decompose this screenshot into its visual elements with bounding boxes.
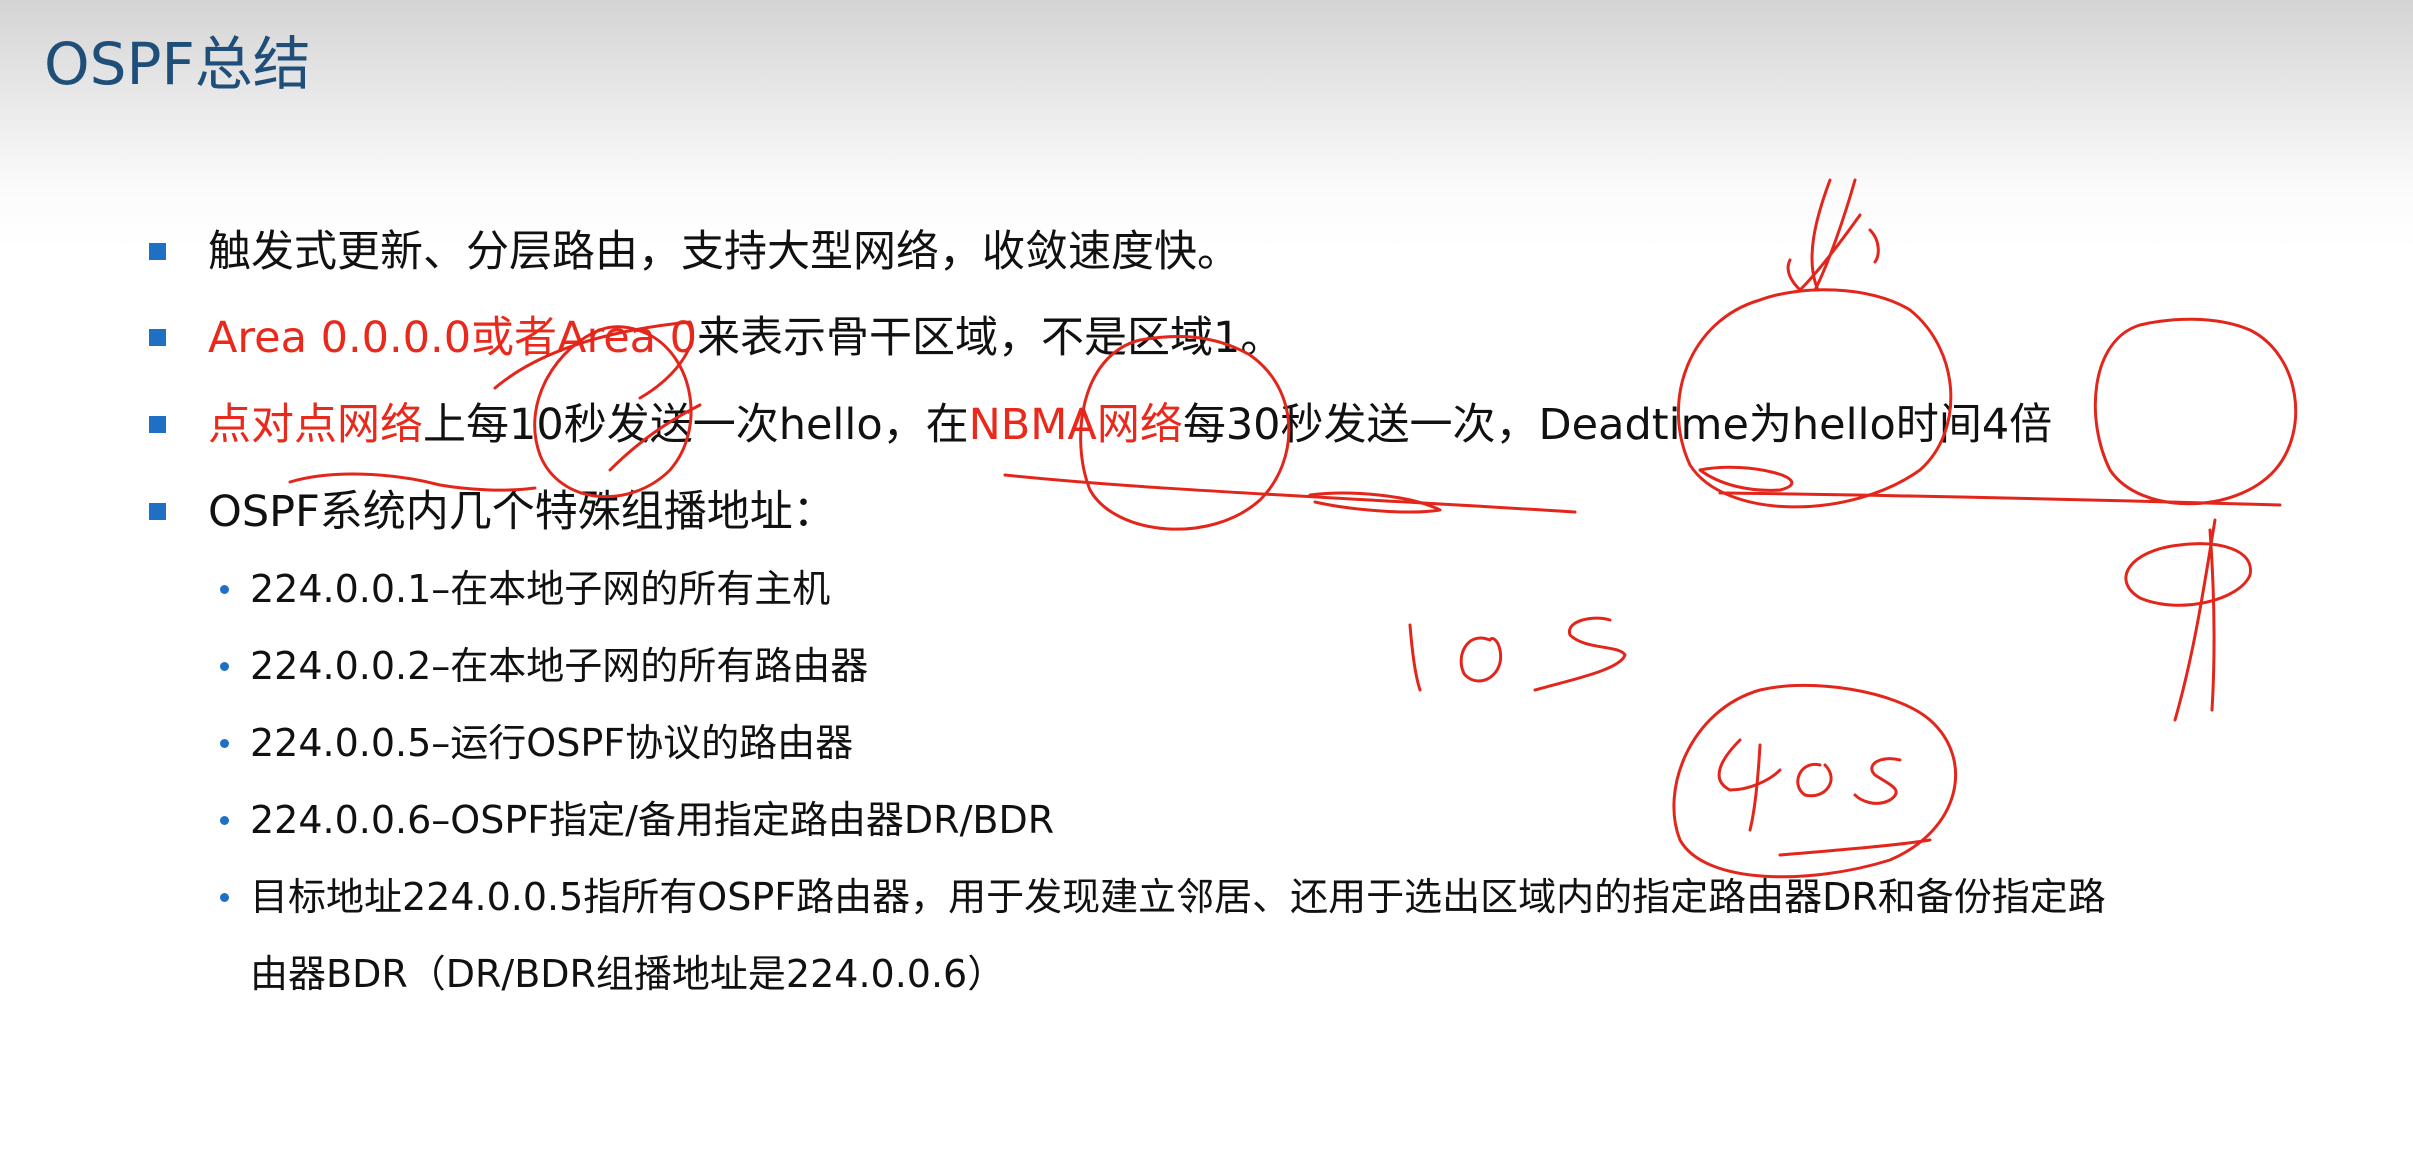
bullet-4-text: OSPF系统内几个特殊组播地址： (208, 487, 836, 537)
bullet-3-highlight-nbma: NBMA网络 (968, 400, 1183, 450)
bullet-2: Area 0.0.0.0或者Area 0来表示骨干区域，不是区域1。 (149, 308, 1284, 368)
dot-bullet-icon (220, 893, 229, 902)
sub-bullet-3: 224.0.0.5–运行OSPF协议的路由器 (220, 715, 854, 771)
sub-bullet-5-continuation: 由器BDR（DR/BDR组播地址是224.0.0.6） (250, 946, 1005, 1002)
slide: OSPF总结 触发式更新、分层路由，支持大型网络，收敛速度快。 Area 0.0… (0, 0, 2413, 1154)
bullet-4: OSPF系统内几个特殊组播地址： (149, 482, 836, 542)
sub-bullet-1: 224.0.0.1–在本地子网的所有主机 (220, 561, 831, 617)
sub-bullet-2-text: 224.0.0.2–在本地子网的所有路由器 (250, 644, 869, 688)
sub-bullet-4: 224.0.0.6–OSPF指定/备用指定路由器DR/BDR (220, 792, 1055, 848)
dot-bullet-icon (220, 662, 229, 671)
bullet-1-text: 触发式更新、分层路由，支持大型网络，收敛速度快。 (208, 227, 1240, 277)
square-bullet-icon (149, 243, 166, 260)
dot-bullet-icon (220, 739, 229, 748)
bullet-3-highlight-p2p: 点对点网络 (208, 400, 423, 450)
slide-content: 触发式更新、分层路由，支持大型网络，收敛速度快。 Area 0.0.0.0或者A… (0, 0, 2413, 1154)
bullet-1: 触发式更新、分层路由，支持大型网络，收敛速度快。 (149, 222, 1240, 282)
sub-bullet-1-text: 224.0.0.1–在本地子网的所有主机 (250, 567, 831, 611)
bullet-3-text-b: 每30秒发送一次，Deadtime为hello时间4倍 (1182, 400, 2053, 450)
sub-bullet-3-text: 224.0.0.5–运行OSPF协议的路由器 (250, 721, 854, 765)
bullet-2-highlight: Area 0.0.0.0或者Area 0 (208, 313, 698, 363)
dot-bullet-icon (220, 816, 229, 825)
bullet-2-text: 来表示骨干区域，不是区域1。 (697, 313, 1284, 363)
sub-bullet-5-text-line2: 由器BDR（DR/BDR组播地址是224.0.0.6） (250, 952, 1006, 996)
sub-bullet-5-text: 目标地址224.0.0.5指所有OSPF路由器，用于发现建立邻居、还用于选出区域… (250, 875, 2106, 919)
square-bullet-icon (149, 329, 166, 346)
sub-bullet-4-text: 224.0.0.6–OSPF指定/备用指定路由器DR/BDR (250, 798, 1055, 842)
sub-bullet-5: 目标地址224.0.0.5指所有OSPF路由器，用于发现建立邻居、还用于选出区域… (220, 869, 2106, 925)
square-bullet-icon (149, 503, 166, 520)
sub-bullet-2: 224.0.0.2–在本地子网的所有路由器 (220, 638, 869, 694)
square-bullet-icon (149, 416, 166, 433)
bullet-3: 点对点网络上每10秒发送一次hello，在NBMA网络每30秒发送一次，Dead… (149, 395, 2053, 455)
bullet-3-text-a: 上每10秒发送一次hello，在 (423, 400, 969, 450)
dot-bullet-icon (220, 585, 229, 594)
